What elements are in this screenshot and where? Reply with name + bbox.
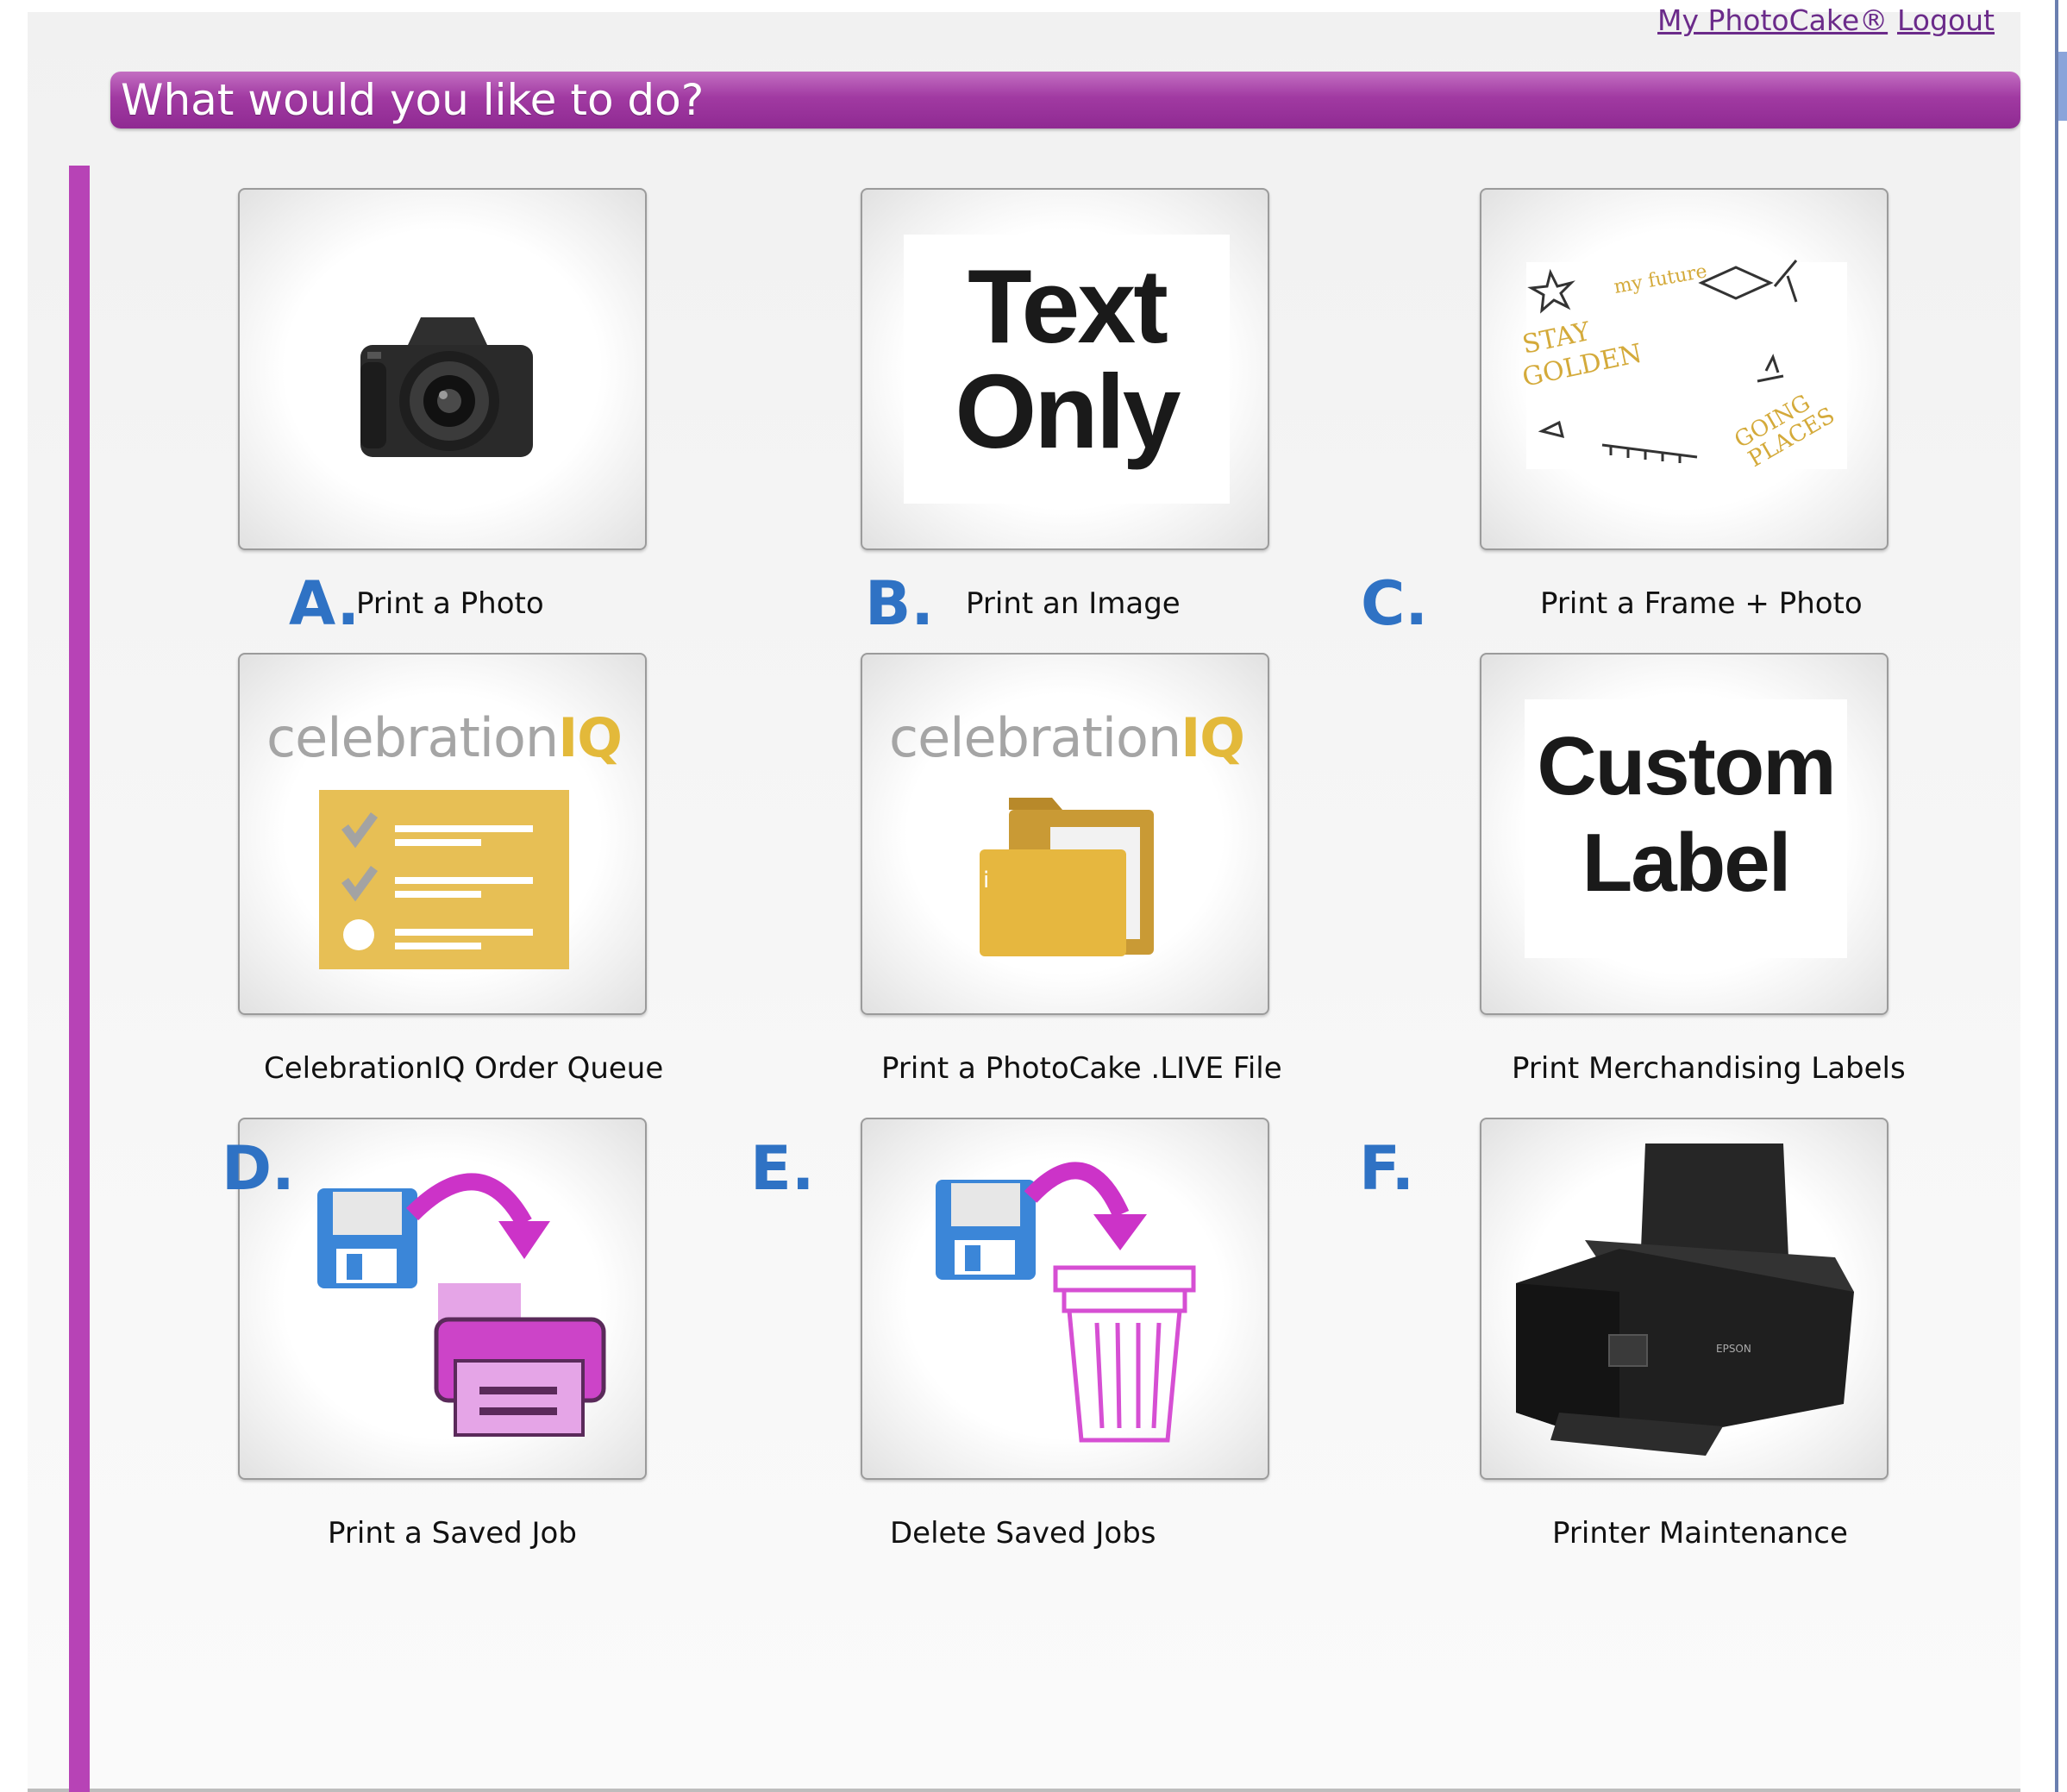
print-image-label: Print an Image [966,586,1181,621]
header-bar: What would you like to do? [110,72,2020,128]
checklist-icon [319,790,569,969]
print-saved-job-tile[interactable] [238,1118,647,1480]
print-photo-tile[interactable] [238,188,647,550]
text-only-icon: Text Only [904,235,1230,504]
custom-label-art-line1: Custom [1537,720,1836,812]
marker-e: E. [750,1133,815,1204]
marker-b: B. [865,568,934,639]
print-frame-photo-tile[interactable]: my future STAY GOLDEN GOING PLACES [1480,188,1888,550]
marker-d: D. [222,1133,295,1204]
print-frame-photo-label: Print a Frame + Photo [1540,586,1863,621]
printer-icon: EPSON [1516,1143,1854,1456]
celebrationiq-order-queue-tile[interactable]: celebrationIQ [238,653,647,1015]
bottom-border [28,1789,2020,1792]
logout-link[interactable]: Logout [1897,3,1995,37]
window-edge [2055,0,2058,1792]
folder-icon: i [980,798,1154,956]
print-photocake-live-tile[interactable]: celebrationIQ i [861,653,1269,1015]
page-title: What would you like to do? [121,75,705,125]
floppy-to-printer-icon [317,1173,606,1437]
celebrationiq-order-queue-label: CelebrationIQ Order Queue [264,1051,664,1086]
svg-text:EPSON: EPSON [1716,1343,1751,1355]
svg-text:i: i [983,868,989,893]
custom-label-icon: Custom Label [1525,699,1847,958]
print-merchandising-labels-tile[interactable]: Custom Label [1480,653,1888,1015]
camera-icon [360,317,533,457]
text-only-art-line1: Text [968,247,1168,365]
print-saved-job-label: Print a Saved Job [328,1516,577,1551]
scrollbar-thumb[interactable] [2058,52,2067,121]
marker-f: F. [1359,1133,1415,1204]
delete-saved-jobs-label: Delete Saved Jobs [890,1516,1156,1551]
delete-saved-jobs-tile[interactable] [861,1118,1269,1480]
print-merchandising-labels-label: Print Merchandising Labels [1512,1051,1906,1086]
left-accent-bar [69,166,90,1792]
print-image-tile[interactable]: Text Only [861,188,1269,550]
marker-c: C. [1361,568,1428,639]
print-photocake-live-label: Print a PhotoCake .LIVE File [881,1051,1282,1086]
printer-maintenance-label: Printer Maintenance [1552,1516,1848,1551]
floppy-to-trash-icon [936,1162,1196,1443]
frame-icon: my future STAY GOLDEN GOING PLACES [1519,260,1847,473]
print-photo-label: Print a Photo [356,586,544,621]
my-photocake-link[interactable]: My PhotoCake® [1657,3,1888,37]
printer-maintenance-tile[interactable]: EPSON [1480,1118,1888,1480]
custom-label-art-line2: Label [1582,817,1792,909]
text-only-art-line2: Only [955,353,1181,470]
marker-a: A. [289,568,360,639]
